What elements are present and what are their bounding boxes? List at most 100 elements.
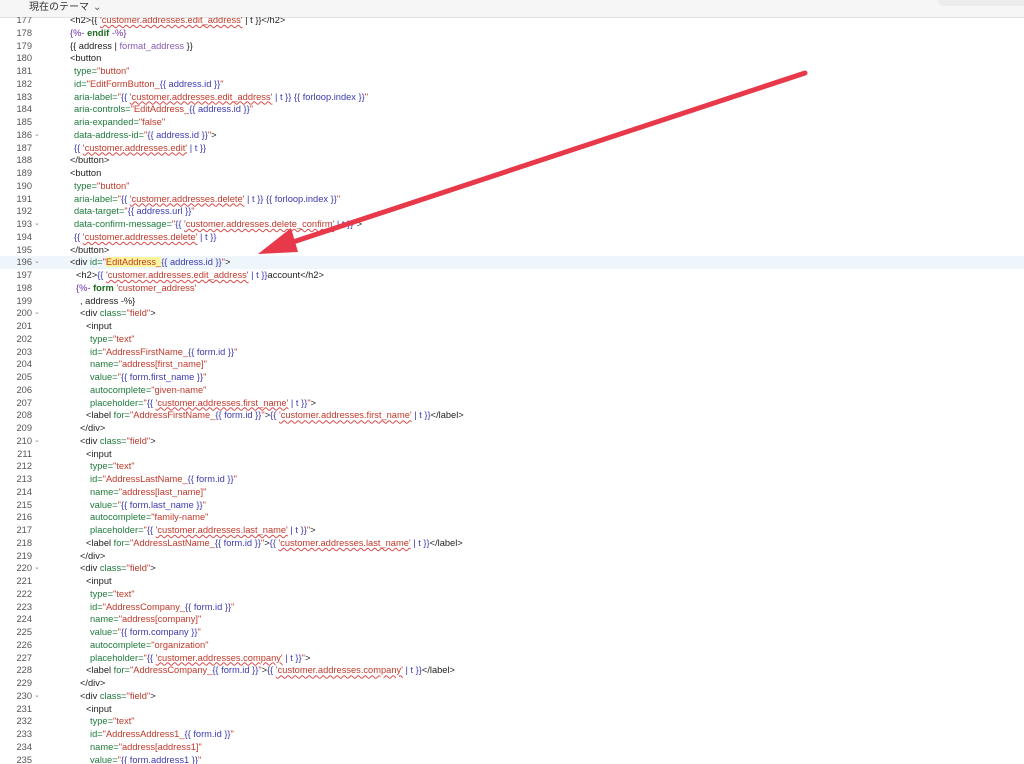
fold-chevron-icon[interactable]: ⌄ (34, 307, 40, 320)
code-line[interactable]: 224 name="address[company]" (0, 613, 1024, 626)
code-line[interactable]: 231 <input (0, 703, 1024, 716)
code-line[interactable]: 198 {%- form 'customer_address' (0, 282, 1024, 295)
code-line[interactable]: 213 id="AddressLastName_{{ form.id }}" (0, 473, 1024, 486)
code-text: </div> (80, 550, 105, 563)
code-line[interactable]: 188 </button> (0, 154, 1024, 167)
code-token: </button> (70, 244, 110, 255)
fold-chevron-icon[interactable]: ⌄ (34, 690, 40, 703)
code-token: name= (90, 741, 119, 752)
code-token: | t }} (334, 219, 354, 229)
code-token: "AddressLastName_ (129, 537, 215, 548)
code-line[interactable]: 227 placeholder="{{ 'customer.addresses.c… (0, 652, 1024, 665)
code-line[interactable]: 202 type="text" (0, 333, 1024, 346)
line-number: 187 (16, 142, 32, 153)
fold-chevron-icon[interactable]: ⌄ (34, 562, 40, 575)
fold-chevron-icon[interactable]: ⌄ (34, 129, 40, 142)
code-line[interactable]: 179 {{ address | format_address }} (0, 40, 1024, 53)
code-line[interactable]: 181 type="button" (0, 65, 1024, 78)
code-line[interactable]: 230 ⌄ <div class="field"> (0, 690, 1024, 703)
code-token: , address -%} (80, 295, 136, 306)
code-token: <label (86, 410, 114, 421)
code-line[interactable]: 211 <input (0, 448, 1024, 461)
code-line[interactable]: 226 autocomplete="organization" (0, 639, 1024, 652)
code-line[interactable]: 206 autocomplete="given-name" (0, 384, 1024, 397)
line-number: 195 (16, 244, 32, 255)
code-token: " (364, 91, 369, 102)
code-line[interactable]: 210 ⌄ <div class="field"> (0, 435, 1024, 448)
fold-chevron-icon[interactable]: ⌄ (34, 256, 40, 269)
fold-chevron-icon[interactable]: ⌄ (34, 435, 40, 448)
code-text: value="{{ form.last_name }}" (90, 499, 206, 512)
code-line[interactable]: 218 <label for="AddressLastName_{{ form.i… (0, 537, 1024, 550)
code-token: {{ address.id }} (161, 257, 222, 268)
code-line[interactable]: 219 </div> (0, 550, 1024, 563)
code-line[interactable]: 233 id="AddressAddress1_{{ form.id }}" (0, 728, 1024, 741)
code-line[interactable]: 235 value="{{ form.address1 }}" (0, 754, 1024, 764)
line-number: 212 (16, 461, 32, 472)
code-text: {%- form 'customer_address' (76, 282, 196, 295)
code-token: "AddressFirstName_ (102, 346, 189, 357)
code-line[interactable]: 223 id="AddressCompany_{{ form.id }}" (0, 601, 1024, 614)
code-line[interactable]: 215 value="{{ form.last_name }}" (0, 499, 1024, 512)
code-line[interactable]: 220 ⌄ <div class="field"> (0, 562, 1024, 575)
code-text: <div class="field"> (80, 435, 156, 448)
code-line[interactable]: 194 {{ 'customer.addresses.delete' | t }} (0, 231, 1024, 244)
code-line[interactable]: 212 type="text" (0, 460, 1024, 473)
code-line[interactable]: 207 placeholder="{{ 'customer.addresses.f… (0, 397, 1024, 410)
code-text: </div> (80, 677, 105, 690)
code-line[interactable]: 184 aria-controls="EditAddress_{{ address… (0, 103, 1024, 116)
code-token: 'customer.addresses.edit' (82, 142, 188, 153)
code-line[interactable]: 200 ⌄ <div class="field"> (0, 307, 1024, 320)
code-line[interactable]: 204 name="address[first_name]" (0, 358, 1024, 371)
code-line[interactable]: 183 aria-label= " {{ 'customer.addresses.ed… (0, 91, 1024, 104)
code-token: "field" (126, 563, 151, 574)
code-line[interactable]: 178 {%- endif -%} (0, 27, 1024, 40)
code-line[interactable]: 182 id="EditFormButton_{{ address.id }}" (0, 78, 1024, 91)
line-number: 188 (16, 155, 32, 166)
code-token: "field" (126, 308, 151, 319)
code-line[interactable]: 216 autocomplete="family-name" (0, 511, 1024, 524)
code-line[interactable]: 180 <button (0, 52, 1024, 65)
code-line[interactable]: 190 type="button" (0, 180, 1024, 193)
code-token: {{ (97, 270, 106, 280)
code-line[interactable]: 234 name="address[address1]" (0, 741, 1024, 754)
code-line[interactable]: 193 ⌄ data-confirm-message="{{ 'customer.a… (0, 218, 1024, 231)
code-editor[interactable]: 177 <h2>{{ 'customer.addresses.edit_addre… (0, 17, 1024, 764)
code-line[interactable]: 199 , address -%} (0, 295, 1024, 308)
code-line[interactable]: 228 <label for="AddressCompany_{{ form.id… (0, 664, 1024, 677)
code-text: {{ 'customer.addresses.edit' | t }} (74, 142, 206, 155)
fold-chevron-icon[interactable]: ⌄ (34, 218, 40, 231)
code-line[interactable]: 189 <button (0, 167, 1024, 180)
code-line[interactable]: 195 </button> (0, 244, 1024, 257)
code-line[interactable]: 225 value="{{ form.company }}" (0, 626, 1024, 639)
code-token: {{ (120, 193, 130, 204)
code-line[interactable]: 208 <label for="AddressFirstName_{{ form.… (0, 409, 1024, 422)
code-line[interactable]: 192 data-target="{{ address.url }}" (0, 205, 1024, 218)
code-token: name= (90, 614, 119, 625)
chevron-down-icon: ⌄ (93, 2, 102, 13)
code-text: <label for="AddressLastName_{{ form.id }… (86, 537, 463, 550)
code-line[interactable]: 186 ⌄ data-address-id="{{ address.id }}"> (0, 129, 1024, 142)
code-token: class= (99, 690, 127, 701)
code-line[interactable]: 201 <input (0, 320, 1024, 333)
code-line[interactable]: 229 </div> (0, 677, 1024, 690)
code-line[interactable]: 232 type="text" (0, 715, 1024, 728)
code-token: <div (80, 308, 100, 319)
code-line[interactable]: 177 <h2>{{ 'customer.addresses.edit_addre… (0, 17, 1024, 27)
theme-dropdown[interactable]: 現在のテーマ ⌄ (29, 0, 101, 16)
code-line[interactable]: 185 aria-expanded="false" (0, 116, 1024, 129)
code-line[interactable]: 209 </div> (0, 422, 1024, 435)
code-line[interactable]: 187 {{ 'customer.addresses.edit' | t }} (0, 142, 1024, 155)
code-line[interactable]: 214 name="address[last_name]" (0, 486, 1024, 499)
code-token: id= (90, 474, 103, 484)
code-line[interactable]: 205 value="{{ form.first_name }}" (0, 371, 1024, 384)
code-line[interactable]: 222 type="text" (0, 588, 1024, 601)
code-line[interactable]: 191 aria-label= " {{ 'customer.addresses.de… (0, 193, 1024, 206)
code-line[interactable]: 197 <h2>{{ 'customer.addresses.edit_addre… (0, 269, 1024, 282)
code-line[interactable]: 217 placeholder="{{ 'customer.addresses.l… (0, 524, 1024, 537)
line-number: 227 (16, 652, 32, 663)
code-line[interactable]: 221 <input (0, 575, 1024, 588)
code-token: 'customer.addresses.delete_confirm' (184, 219, 335, 229)
code-line[interactable]: 203 id="AddressFirstName_{{ form.id }}" (0, 346, 1024, 359)
code-line[interactable]: 196 ⌄ <div id="EditAddress_{{ address.id }… (0, 256, 1024, 269)
